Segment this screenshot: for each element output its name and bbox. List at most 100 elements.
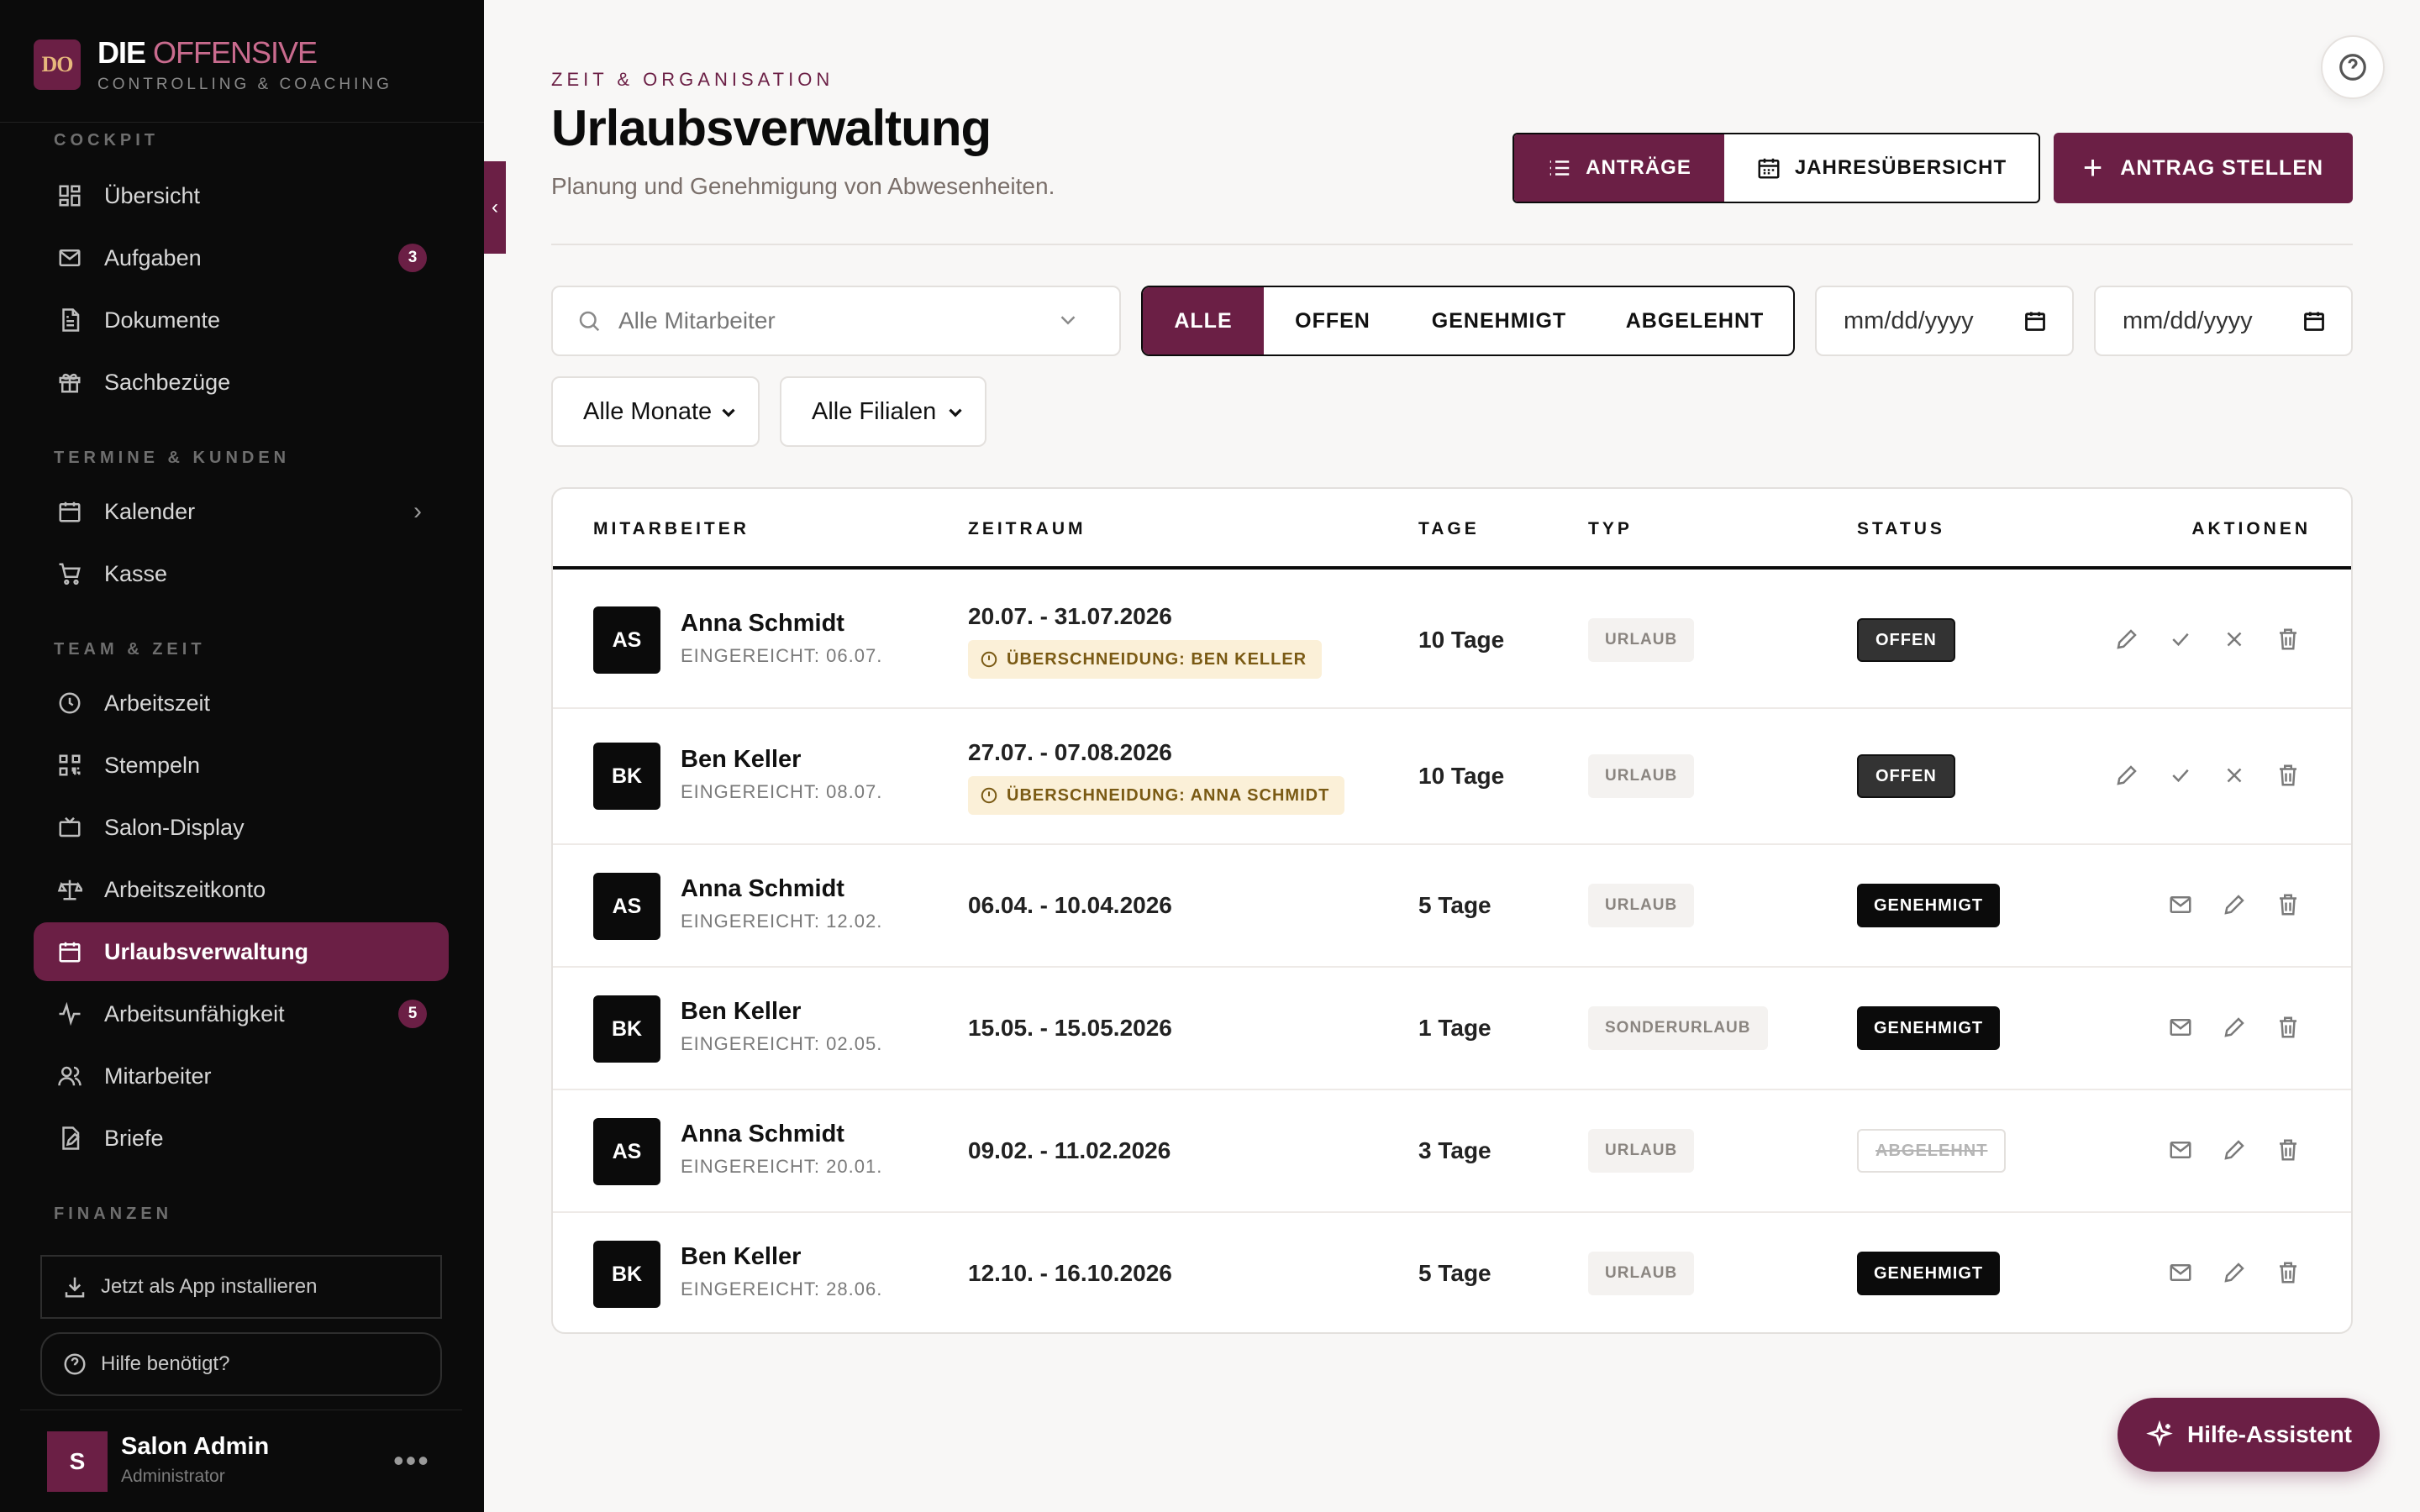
row-actions [2168,892,2301,917]
status-tab-alle[interactable]: ALLE [1143,287,1264,354]
brand-divider [0,122,484,123]
reject-button[interactable] [2222,763,2247,788]
employee-name: Anna Schmidt [681,1121,844,1147]
avatar: AS [593,606,660,674]
email-button[interactable] [2168,892,2193,917]
date-from-input[interactable]: mm/dd/yyyy [1815,286,2074,356]
status-tab-genehmigt[interactable]: GENEHMIGT [1402,287,1597,354]
employee-name: Ben Keller [681,998,802,1025]
period: 15.05. - 15.05.2026 [968,1015,1172,1041]
help-button[interactable] [2321,35,2385,99]
brand-name-part2: OFFENSIVE [153,35,318,70]
chevron-down-icon [949,408,962,417]
delete-button[interactable] [2275,892,2301,917]
edit-button[interactable] [2114,627,2139,652]
type-badge: URLAUB [1588,1129,1695,1173]
edit-button[interactable] [2114,763,2139,788]
sidebar-item-arbeitsunfaehigkeit[interactable]: Arbeitsunfähigkeit 5 [34,984,449,1043]
install-app-label: Jetzt als App installieren [101,1275,318,1298]
sidebar-item-arbeitszeit[interactable]: Arbeitszeit [34,674,449,732]
mail-icon [2170,896,2191,913]
employee-name: Ben Keller [681,746,802,773]
delete-button[interactable] [2275,1137,2301,1163]
month-select[interactable]: Alle Monate [551,376,760,447]
qr-icon [57,753,82,778]
period: 09.02. - 11.02.2026 [968,1137,1171,1163]
sidebar-item-label: Sachbezüge [104,369,231,395]
brand-logo: DO [34,39,81,90]
status-tab-abgelehnt[interactable]: ABGELEHNT [1597,287,1793,354]
brand[interactable]: DO DIE OFFENSIVE CONTROLLING & COACHING [34,35,392,93]
sidebar-item-label: Kasse [104,560,168,586]
email-button[interactable] [2168,1260,2193,1285]
view-requests-label: ANTRÄGE [1586,156,1691,179]
pencil-icon [2224,1017,2244,1037]
approve-button[interactable] [2168,763,2193,788]
check-icon [2172,769,2189,783]
branch-select-value: Alle Filialen [812,397,937,425]
sidebar-item-uebersicht[interactable]: Übersicht [34,166,449,225]
sidebar-item-arbeitszeitkonto[interactable]: Arbeitszeitkonto [34,860,449,919]
brand-subtitle: CONTROLLING & COACHING [97,76,392,93]
sidebar-item-briefe[interactable]: Briefe [34,1109,449,1168]
delete-button[interactable] [2275,627,2301,652]
plus-icon: + [2082,150,2104,186]
sidebar-collapse-button[interactable]: ‹ [484,161,506,254]
sidebar-item-sachbezuege[interactable]: Sachbezüge [34,353,449,412]
sidebar-item-urlaubsverwaltung[interactable]: Urlaubsverwaltung [34,922,449,981]
sidebar-item-kalender[interactable]: Kalender › [34,482,449,541]
sidebar-item-mitarbeiter[interactable]: Mitarbeiter [34,1047,449,1105]
date-to-input[interactable]: mm/dd/yyyy [2094,286,2353,356]
employee-filter-input[interactable]: Alle Mitarbeiter [551,286,1121,356]
activity-icon [57,1001,82,1026]
view-year-button[interactable]: JAHRESÜBERSICHT [1724,134,2039,202]
period: 12.10. - 16.10.2026 [968,1260,1172,1286]
user-menu-button[interactable]: ••• [393,1443,430,1478]
delete-button[interactable] [2275,1015,2301,1040]
install-app-button[interactable]: Jetzt als App installieren [40,1255,442,1319]
help-assistant-button[interactable]: Hilfe-Assistent [2118,1398,2380,1472]
delete-button[interactable] [2275,1260,2301,1285]
employee-filter-placeholder: Alle Mitarbeiter [618,307,776,333]
period: 20.07. - 31.07.2026 [968,603,1172,629]
help-needed-button[interactable]: Hilfe benötigt? [40,1332,442,1396]
email-button[interactable] [2168,1015,2193,1040]
new-request-button[interactable]: + ANTRAG STELLEN [2054,133,2353,203]
row-actions [2168,1015,2301,1040]
chevron-down-icon [1060,316,1076,325]
sidebar-item-label: Arbeitszeit [104,690,211,716]
sidebar-item-stempeln[interactable]: Stempeln [34,736,449,795]
email-button[interactable] [2168,1137,2193,1163]
avatar: AS [593,873,660,940]
table-header: MITARBEITER ZEITRAUM TAGE TYP STATUS AKT… [553,489,2351,570]
sidebar-item-label: Aufgaben [104,244,202,270]
row-actions [2114,627,2301,652]
approve-button[interactable] [2168,627,2193,652]
section-cockpit: COCKPIT [54,131,159,150]
branch-select[interactable]: Alle Filialen [780,376,986,447]
sidebar-item-aufgaben[interactable]: Aufgaben 3 [34,228,449,287]
edit-button[interactable] [2222,1015,2247,1040]
sidebar-item-kasse[interactable]: Kasse [34,544,449,603]
document-icon [57,307,82,333]
user-role: Administrator [121,1467,225,1486]
page-eyebrow: ZEIT & ORGANISATION [551,69,834,90]
status-badge: ABGELEHNT [1857,1129,2007,1173]
status-tab-offen[interactable]: OFFEN [1264,287,1402,354]
view-requests-button[interactable]: ANTRÄGE [1514,134,1724,202]
edit-button[interactable] [2222,1137,2247,1163]
sidebar-item-dokumente[interactable]: Dokumente [34,291,449,349]
avatar: BK [593,1241,660,1308]
brand-name-part1: DIE [97,35,146,70]
close-icon [2227,632,2242,647]
reject-button[interactable] [2222,627,2247,652]
trash-icon [2280,628,2296,650]
column-header-actions: AKTIONEN [2191,519,2311,538]
edit-button[interactable] [2222,892,2247,917]
type-badge: URLAUB [1588,884,1695,927]
delete-button[interactable] [2275,763,2301,788]
edit-button[interactable] [2222,1260,2247,1285]
sidebar-item-salon-display[interactable]: Salon-Display [34,798,449,857]
section-termine: TERMINE & KUNDEN [54,449,291,467]
avatar[interactable]: S [47,1431,108,1492]
